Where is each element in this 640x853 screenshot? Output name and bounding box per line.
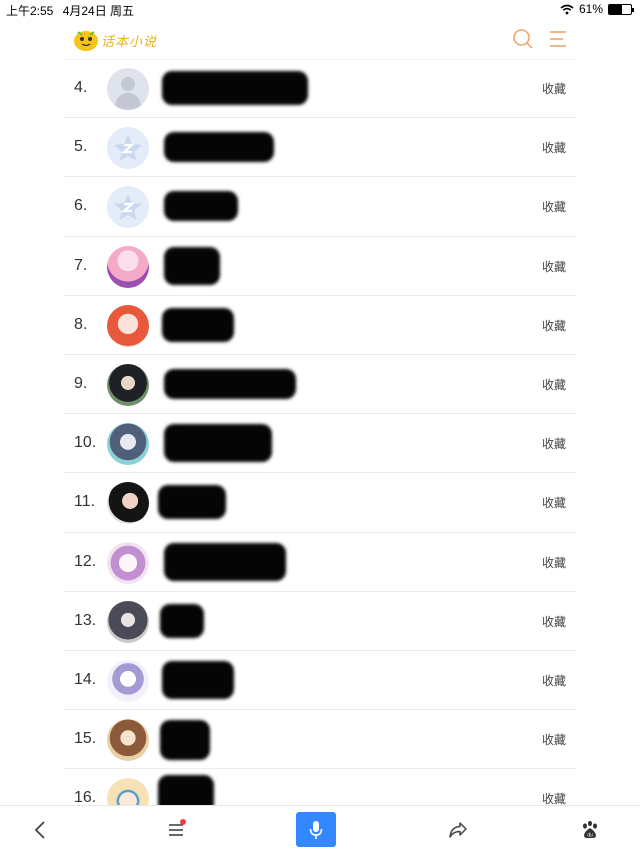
voice-search-button[interactable] xyxy=(296,812,336,847)
list-item[interactable]: 10. 收藏 xyxy=(64,414,576,474)
redacted-username xyxy=(162,307,234,342)
status-bar: 上午2:55 4月24日 周五 61% xyxy=(0,0,640,18)
favorite-button[interactable]: 收藏 xyxy=(542,672,566,689)
status-date: 4月24日 周五 xyxy=(62,4,135,18)
logo-mascot-icon xyxy=(74,31,98,51)
rank-number: 10. xyxy=(74,434,97,452)
avatar[interactable] xyxy=(107,659,149,702)
list-item[interactable]: 15. 收藏 xyxy=(64,710,576,770)
search-button[interactable] xyxy=(512,28,534,50)
redacted-username xyxy=(164,132,274,163)
ranking-list: 4. 收藏 5. 收藏 6. 收藏 7. 收藏 8. 收藏 9. 收藏 10. … xyxy=(64,59,576,828)
avatar[interactable] xyxy=(107,541,149,584)
share-icon xyxy=(449,822,467,838)
avatar[interactable] xyxy=(107,482,149,525)
rank-number: 6. xyxy=(74,197,88,215)
favorite-button[interactable]: 收藏 xyxy=(542,198,566,215)
status-time: 上午2:55 xyxy=(6,4,54,18)
list-menu-button[interactable] xyxy=(156,806,196,853)
avatar[interactable] xyxy=(107,245,149,288)
list-item[interactable]: 9. 收藏 xyxy=(64,355,576,415)
favorite-button[interactable]: 收藏 xyxy=(542,494,566,511)
battery-percent: 61% xyxy=(578,2,603,16)
qq-star-icon xyxy=(114,194,142,221)
qq-star-icon xyxy=(114,135,142,162)
menu-button[interactable] xyxy=(547,28,569,50)
microphone-icon xyxy=(309,820,323,839)
rank-number: 9. xyxy=(74,374,88,392)
favorite-button[interactable]: 收藏 xyxy=(542,376,566,393)
favorite-button[interactable]: 收藏 xyxy=(542,554,566,571)
redacted-username xyxy=(158,485,226,520)
list-item[interactable]: 7. 收藏 xyxy=(64,237,576,296)
rank-number: 7. xyxy=(74,256,88,274)
avatar[interactable] xyxy=(107,186,149,229)
redacted-username xyxy=(164,542,286,581)
menu-icon xyxy=(550,31,566,47)
redacted-username xyxy=(160,603,204,638)
avatar[interactable] xyxy=(107,423,149,466)
chevron-left-icon xyxy=(34,821,45,839)
avatar[interactable] xyxy=(107,304,149,347)
rank-number: 13. xyxy=(74,611,97,629)
avatar[interactable] xyxy=(107,127,149,170)
baidu-home-button[interactable]: du xyxy=(570,806,610,853)
list-item[interactable]: 5. 收藏 xyxy=(64,118,576,178)
wifi-icon xyxy=(560,4,574,14)
notification-dot xyxy=(180,819,186,825)
redacted-username xyxy=(162,660,234,699)
rank-number: 14. xyxy=(74,670,97,688)
favorite-button[interactable]: 收藏 xyxy=(542,613,566,630)
redacted-username xyxy=(164,191,238,222)
rank-number: 12. xyxy=(74,552,97,570)
app-header: 话本小说 xyxy=(64,20,576,60)
battery-icon xyxy=(608,3,634,15)
paw-icon: du xyxy=(583,820,597,839)
logo-text: 话本小说 xyxy=(101,34,158,50)
list-item[interactable]: 8. 收藏 xyxy=(64,296,576,355)
favorite-button[interactable]: 收藏 xyxy=(542,139,566,156)
avatar[interactable] xyxy=(107,68,149,110)
avatar[interactable] xyxy=(107,719,149,762)
rank-number: 5. xyxy=(74,138,88,156)
avatar[interactable] xyxy=(107,363,149,406)
list-item[interactable]: 12. 收藏 xyxy=(64,533,576,592)
favorite-button[interactable]: 收藏 xyxy=(542,731,566,748)
list-item[interactable]: 13. 收藏 xyxy=(64,592,576,651)
favorite-button[interactable]: 收藏 xyxy=(542,435,566,452)
redacted-username xyxy=(162,71,308,105)
redacted-username xyxy=(164,424,272,463)
bottom-toolbar: du xyxy=(0,805,640,853)
rank-number: 8. xyxy=(74,315,88,333)
search-icon xyxy=(513,29,533,49)
rank-number: 4. xyxy=(74,79,88,96)
favorite-button[interactable]: 收藏 xyxy=(542,317,566,334)
list-item[interactable]: 6. 收藏 xyxy=(64,177,576,237)
avatar[interactable] xyxy=(107,600,149,643)
share-button[interactable] xyxy=(438,806,478,853)
rank-number: 11. xyxy=(74,493,96,511)
rank-number: 15. xyxy=(74,730,97,748)
favorite-button[interactable]: 收藏 xyxy=(542,80,566,97)
list-item[interactable]: 4. 收藏 xyxy=(64,59,576,119)
back-button[interactable] xyxy=(20,806,60,853)
redacted-username xyxy=(164,368,296,399)
favorite-button[interactable]: 收藏 xyxy=(542,258,566,275)
logo[interactable]: 话本小说 xyxy=(73,26,173,54)
list-item[interactable]: 11. 收藏 xyxy=(64,473,576,533)
list-item[interactable]: 14. 收藏 xyxy=(64,651,576,711)
svg-text:du: du xyxy=(587,833,593,839)
redacted-username xyxy=(164,246,220,285)
redacted-username xyxy=(160,720,210,761)
